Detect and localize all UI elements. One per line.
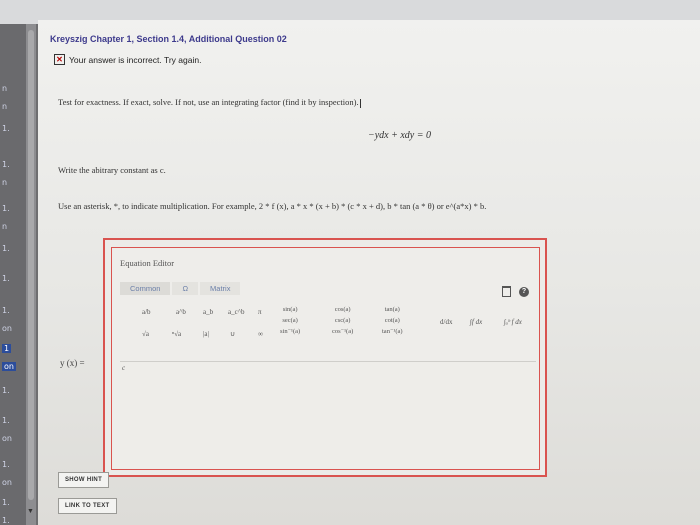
error-message: ✕ Your answer is incorrect. Try again.: [54, 54, 201, 65]
equation-editor-panel: Equation Editor Common Ω Matrix ? a/b a^…: [111, 247, 540, 470]
nav-item[interactable]: on: [2, 434, 12, 443]
answer-input-value[interactable]: c: [122, 364, 125, 372]
nav-item[interactable]: 1.: [2, 274, 10, 283]
infinity-button[interactable]: ∞: [258, 330, 263, 338]
nav-item[interactable]: 1.: [2, 416, 10, 425]
trig-column-2: cos(a) csc(a) cos⁻¹(a): [332, 304, 353, 337]
differential-equation: −ydx + xdy = 0: [368, 130, 431, 141]
definite-integral-button[interactable]: ∫ₐᵇ f dx: [504, 318, 522, 326]
nav-item[interactable]: on: [2, 324, 12, 333]
arctan-button[interactable]: tan⁻¹(a): [382, 326, 403, 337]
answer-input-area[interactable]: c: [120, 361, 536, 466]
nav-item[interactable]: 1.: [2, 516, 10, 525]
nav-item-current[interactable]: on: [2, 362, 16, 371]
scrollbar-thumb[interactable]: [28, 30, 34, 500]
nav-item[interactable]: 1.: [2, 498, 10, 507]
equation-editor: y (x) = Equation Editor Common Ω Matrix …: [60, 238, 547, 477]
incorrect-x-icon: ✕: [54, 54, 65, 65]
cos-button[interactable]: cos(a): [332, 304, 353, 315]
nav-item[interactable]: n: [2, 178, 7, 187]
nav-item[interactable]: 1.: [2, 204, 10, 213]
nav-item[interactable]: 1.: [2, 460, 10, 469]
answer-lhs-label: y (x) =: [60, 358, 85, 368]
question-page: Kreyszig Chapter 1, Section 1.4, Additio…: [38, 20, 700, 525]
nav-item[interactable]: on: [2, 478, 12, 487]
question-instruction: Test for exactness. If exact, solve. If …: [58, 97, 361, 108]
scroll-down-arrow-icon[interactable]: ▼: [27, 508, 34, 515]
math-toolbar: a/b a^b a_b a_c^b π √a ⁿ√a |a| ∪ ∞ sin(a…: [120, 304, 535, 356]
tan-button[interactable]: tan(a): [382, 304, 403, 315]
sub-sup-button[interactable]: a_c^b: [228, 308, 245, 316]
sin-button[interactable]: sin(a): [280, 304, 300, 315]
nth-root-button[interactable]: ⁿ√a: [172, 330, 181, 338]
derivative-button[interactable]: d/dx: [440, 318, 452, 326]
tab-matrix[interactable]: Matrix: [200, 282, 241, 295]
show-hint-button[interactable]: SHOW HINT: [58, 472, 110, 488]
sec-button[interactable]: sec(a): [280, 315, 300, 326]
trig-column-3: tan(a) cot(a) tan⁻¹(a): [382, 304, 403, 337]
nav-item[interactable]: 1.: [2, 160, 10, 169]
nav-item[interactable]: n: [2, 222, 7, 231]
nav-item[interactable]: 1.: [2, 244, 10, 253]
nav-item-current[interactable]: 1: [2, 344, 12, 353]
nav-item[interactable]: 1.: [2, 306, 10, 315]
nav-item[interactable]: n: [2, 84, 7, 93]
instruction-text: Test for exactness. If exact, solve. If …: [58, 97, 359, 107]
nav-item[interactable]: 1.: [2, 124, 10, 133]
editor-toolbar-icons: ?: [502, 286, 529, 297]
cot-button[interactable]: cot(a): [382, 315, 403, 326]
left-nav-strip: n n 1. 1. n 1. n 1. 1. 1. on 1 on 1. 1. …: [0, 24, 26, 525]
tab-symbols[interactable]: Ω: [172, 282, 199, 295]
multiplication-note: Use an asterisk, *, to indicate multipli…: [58, 201, 487, 211]
page-title: Kreyszig Chapter 1, Section 1.4, Additio…: [50, 34, 287, 44]
trash-icon[interactable]: [502, 286, 511, 297]
text-cursor: [359, 98, 361, 108]
fraction-button[interactable]: a/b: [142, 308, 151, 316]
nav-item[interactable]: n: [2, 102, 7, 111]
integral-button[interactable]: ∫f dx: [470, 318, 482, 326]
tab-common[interactable]: Common: [120, 282, 171, 295]
union-button[interactable]: ∪: [230, 330, 235, 338]
arcsin-button[interactable]: sin⁻¹(a): [280, 326, 300, 337]
csc-button[interactable]: csc(a): [332, 315, 353, 326]
trig-column-1: sin(a) sec(a) sin⁻¹(a): [280, 304, 300, 337]
constant-note: Write the abitrary constant as c.: [58, 165, 166, 175]
power-button[interactable]: a^b: [176, 308, 186, 316]
pi-button[interactable]: π: [258, 308, 262, 316]
help-icon[interactable]: ?: [519, 286, 529, 297]
sqrt-button[interactable]: √a: [142, 330, 149, 338]
arccos-button[interactable]: cos⁻¹(a): [332, 326, 353, 337]
subscript-button[interactable]: a_b: [203, 308, 213, 316]
link-to-text-button[interactable]: LINK TO TEXT: [58, 498, 117, 514]
nav-item[interactable]: 1.: [2, 386, 10, 395]
editor-tabs: Common Ω Matrix: [120, 282, 241, 295]
equation-editor-title: Equation Editor: [120, 258, 175, 268]
abs-button[interactable]: |a|: [203, 330, 209, 338]
error-text: Your answer is incorrect. Try again.: [69, 54, 202, 65]
